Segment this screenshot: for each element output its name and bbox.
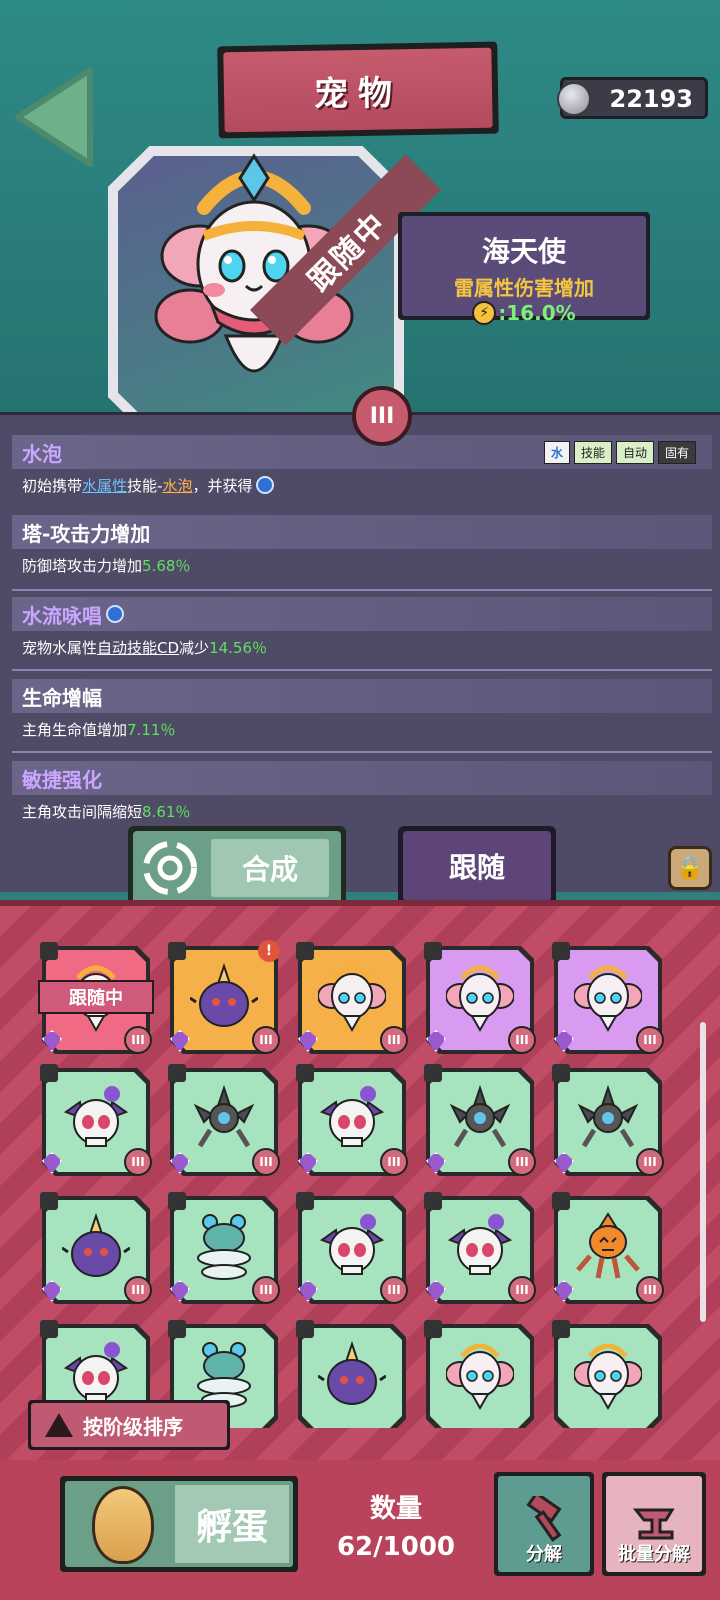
lock-icon: [40, 1320, 58, 1338]
lock-icon: [40, 1064, 58, 1082]
lock-icon: [168, 1320, 186, 1338]
slot-menu-button[interactable]: III: [508, 1276, 536, 1304]
lock-icon: [552, 1064, 570, 1082]
lock-icon: [168, 1192, 186, 1210]
pet-slot[interactable]: III: [552, 942, 664, 1054]
lock-icon: [424, 1320, 442, 1338]
pet-icon: [62, 1212, 130, 1277]
pet-icon: [63, 1086, 129, 1147]
slot-menu-button[interactable]: III: [508, 1148, 536, 1176]
pet-slot[interactable]: III: [552, 1064, 664, 1176]
slot-menu-button[interactable]: III: [380, 1276, 408, 1304]
pet-slot[interactable]: [296, 1320, 406, 1428]
lock-icon: [168, 1064, 186, 1082]
pet-slot[interactable]: [552, 1320, 662, 1428]
alert-icon: !: [258, 940, 280, 962]
pet-icon: [446, 1343, 514, 1410]
quantity-value: 62/1000: [336, 1532, 456, 1562]
pet-slot[interactable]: III: [424, 942, 536, 1054]
quantity-label: 数量: [369, 1494, 422, 1524]
slot-menu-button[interactable]: III: [636, 1026, 664, 1054]
pet-slot[interactable]: III: [296, 942, 408, 1054]
pet-slot[interactable]: III!: [168, 940, 280, 1054]
slot-menu-button[interactable]: III: [252, 1276, 280, 1304]
lock-icon: [296, 1320, 314, 1338]
pet-icon: [574, 1343, 642, 1410]
sort-triangle-icon: [45, 1413, 73, 1437]
scrollbar[interactable]: [700, 1022, 706, 1322]
lock-icon: [424, 1192, 442, 1210]
anvil-icon: [632, 1508, 675, 1540]
slot-menu-button[interactable]: III: [508, 1026, 536, 1054]
egg-icon: [92, 1486, 154, 1564]
dismantle-button[interactable]: 分解: [494, 1472, 594, 1576]
pet-icon: [190, 962, 258, 1027]
lock-icon: [40, 942, 58, 960]
pet-icon: [319, 1086, 385, 1147]
pet-slot[interactable]: III: [424, 1064, 536, 1176]
pet-icon: [318, 1340, 386, 1405]
hammer-icon: [526, 1496, 562, 1542]
lock-icon: [424, 1064, 442, 1082]
lock-icon: [296, 1064, 314, 1082]
dismantle-label: 分解: [526, 1544, 562, 1565]
following-tag: 跟随中: [38, 980, 154, 1014]
pet-icon: [446, 965, 514, 1032]
pet-slot[interactable]: III: [424, 1192, 536, 1304]
pet-icon: [447, 1214, 513, 1275]
lock-icon: [40, 1192, 58, 1210]
pet-slot[interactable]: III: [40, 1192, 152, 1304]
lock-icon: [552, 1192, 570, 1210]
slot-menu-button[interactable]: III: [636, 1276, 664, 1304]
slot-menu-button[interactable]: III: [252, 1148, 280, 1176]
pet-icon: [574, 965, 642, 1032]
pet-icon: [318, 965, 386, 1032]
pet-slot[interactable]: III: [296, 1192, 408, 1304]
pet-icon: [577, 1084, 639, 1148]
pet-slot[interactable]: III: [40, 1064, 152, 1176]
pet-slot[interactable]: III: [296, 1064, 408, 1176]
pet-icon: [576, 1212, 640, 1279]
batch-dismantle-label: 批量分解: [618, 1544, 690, 1565]
hatch-label: 孵蛋: [175, 1485, 289, 1563]
pet-menu-button[interactable]: III: [352, 386, 412, 446]
sort-label: 按阶级排序: [83, 1414, 183, 1439]
pet-slot[interactable]: [424, 1320, 534, 1428]
lock-icon: [552, 942, 570, 960]
menu-bars-icon: III: [369, 403, 395, 429]
lock-icon: [296, 942, 314, 960]
slot-menu-button[interactable]: III: [636, 1148, 664, 1176]
slot-menu-button[interactable]: III: [124, 1026, 152, 1054]
lock-icon: [424, 942, 442, 960]
slot-menu-button[interactable]: III: [252, 1026, 280, 1054]
lock-icon: [168, 942, 186, 960]
pet-icon: [197, 1214, 251, 1280]
slot-menu-button[interactable]: III: [124, 1276, 152, 1304]
lock-icon: [296, 1192, 314, 1210]
pet-grid: III 跟随中 III! III III III III III III III III III III…: [0, 0, 720, 1428]
lock-icon: [552, 1320, 570, 1338]
batch-dismantle-button[interactable]: 批量分解: [602, 1472, 706, 1576]
pet-slot[interactable]: III: [552, 1192, 664, 1304]
pet-icon: [193, 1084, 255, 1148]
slot-menu-button[interactable]: III: [380, 1148, 408, 1176]
sort-by-tier-button[interactable]: 按阶级排序: [28, 1400, 230, 1450]
pet-slot[interactable]: III 跟随中: [38, 942, 154, 1054]
pet-slot[interactable]: III: [168, 1064, 280, 1176]
slot-menu-button[interactable]: III: [380, 1026, 408, 1054]
pet-icon: [319, 1214, 385, 1275]
slot-menu-button[interactable]: III: [124, 1148, 152, 1176]
pet-icon: [449, 1084, 511, 1148]
pet-slot[interactable]: III: [168, 1192, 280, 1304]
